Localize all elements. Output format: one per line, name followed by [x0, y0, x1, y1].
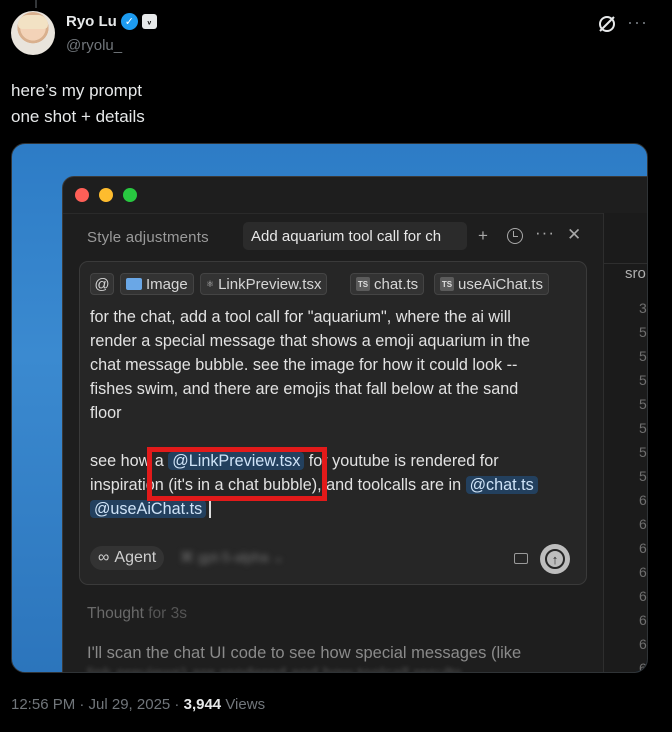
views-count: 3,944 — [183, 696, 222, 713]
side-panel — [603, 213, 647, 672]
timestamp[interactable]: 12:56 PM · Jul 29, 2025 · — [11, 696, 184, 713]
agent-response: I'll scan the chat UI code to see how sp… — [87, 644, 522, 662]
close-icon: ✕ — [567, 225, 582, 244]
chip-label: LinkPreview.tsx — [218, 275, 322, 293]
line-number: 6 — [639, 492, 647, 508]
author-name-row[interactable]: Ryo Lu ✓ ᵥ — [66, 13, 157, 30]
prompt-line: floor — [90, 404, 122, 422]
chip-label: chat.ts — [374, 275, 419, 293]
model-selector-blurred: ⌘ gpt-5-alpha ⌄ — [180, 549, 285, 565]
typescript-icon: TS — [440, 277, 454, 291]
mention-useaichat: @useAiChat.ts — [90, 500, 207, 518]
line-number: 5 — [639, 372, 647, 388]
prompt-line: fishes swim, and there are emojis that f… — [90, 380, 519, 398]
plus-icon: + — [478, 226, 488, 245]
prompt-line: chat message bubble. see the image for h… — [90, 356, 518, 374]
thought-status: Thought for 3s — [87, 605, 187, 622]
window-close-dot — [75, 188, 89, 202]
agent-label: Agent — [114, 549, 157, 566]
more-options-icon[interactable]: ··· — [627, 12, 648, 33]
tweet-media-image[interactable]: Style adjustments Add aquarium tool call… — [11, 143, 648, 673]
history-icon — [507, 228, 523, 244]
text-cursor — [209, 501, 211, 519]
line-number: 6 — [639, 564, 647, 580]
line-number: 6 — [639, 636, 647, 652]
arrow-up-icon: ↑ — [545, 549, 565, 569]
line-number: 5 — [639, 468, 647, 484]
prompt-line: for the chat, add a tool call for "aquar… — [90, 308, 511, 326]
tweet-line: here’s my prompt — [11, 81, 143, 100]
useaichat-chip: TS useAiChat.ts — [434, 273, 550, 295]
affiliation-icon[interactable]: ᵥ — [141, 14, 157, 29]
titlebar-divider — [63, 213, 647, 214]
tweet-line: one shot + details — [11, 107, 145, 126]
react-icon: ⚛ — [206, 278, 215, 289]
line-number: 5 — [639, 396, 647, 412]
author-name[interactable]: Ryo Lu — [66, 13, 117, 30]
line-number: 6 — [639, 612, 647, 628]
author-handle[interactable]: @ryolu_ — [66, 37, 122, 54]
side-panel-header — [603, 213, 647, 264]
window-zoom-dot — [123, 188, 137, 202]
tab-add-aquarium: Add aquarium tool call for ch — [243, 222, 467, 250]
attach-image-icon — [514, 553, 528, 564]
thread-line — [35, 0, 37, 8]
more-icon: ··· — [535, 223, 555, 242]
line-number: 5 — [639, 444, 647, 460]
agent-mode-pill: ∞ Agent — [90, 546, 165, 570]
typescript-icon: TS — [356, 277, 370, 291]
red-highlight-box — [147, 447, 327, 501]
line-number: 6 — [639, 516, 647, 532]
infinity-icon: ∞ — [98, 549, 110, 566]
mention-chip: @ — [90, 273, 114, 295]
views-label: Views — [221, 696, 266, 713]
line-number: 5 — [639, 420, 647, 436]
image-chip: Image — [120, 273, 194, 295]
grok-icon[interactable] — [597, 14, 617, 34]
tab-style-adjustments: Style adjustments — [87, 229, 209, 246]
prompt-line: render a special message that shows a em… — [90, 332, 530, 350]
chip-label: Image — [146, 275, 188, 293]
tweet-text: here’s my prompt one shot + details — [11, 78, 145, 130]
line-number: 3 — [639, 300, 647, 316]
editor-window: Style adjustments Add aquarium tool call… — [62, 176, 647, 673]
side-panel-label: sro — [625, 265, 646, 282]
window-minimize-dot — [99, 188, 113, 202]
mention-chat-ts: @chat.ts — [465, 476, 538, 494]
image-icon — [126, 278, 142, 290]
chip-label: useAiChat.ts — [458, 275, 544, 293]
linkpreview-chip: ⚛ LinkPreview.tsx — [200, 273, 328, 295]
chat-ts-chip: TS chat.ts — [350, 273, 425, 295]
send-button: ↑ — [540, 544, 570, 574]
prompt-composer: @ Image ⚛ LinkPreview.tsx TS chat.ts TS … — [79, 261, 587, 585]
verified-badge-icon[interactable]: ✓ — [120, 13, 138, 30]
line-number: 5 — [639, 348, 647, 364]
agent-response-faded: link previews) are rendered and how tool… — [87, 665, 587, 672]
line-number: 6 — [639, 540, 647, 556]
line-number: 5 — [639, 324, 647, 340]
line-number: 6 — [639, 660, 647, 673]
tweet-meta: 12:56 PM · Jul 29, 2025 · 3,944 Views — [11, 696, 265, 713]
avatar[interactable] — [11, 11, 55, 55]
line-number: 6 — [639, 588, 647, 604]
